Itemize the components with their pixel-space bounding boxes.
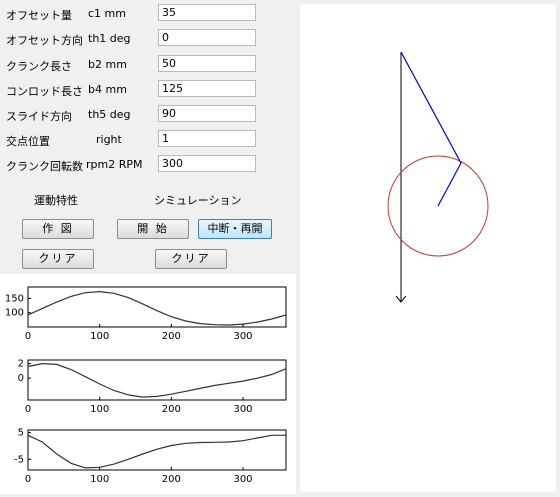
param-label: オフセット方向 (6, 34, 83, 47)
x-tick-label: 300 (233, 474, 252, 485)
slide-direction-input[interactable] (158, 105, 256, 122)
plots-svg: 0 100 200 3001501000 100 200 300200 100 200 3005-… (5, 286, 287, 485)
start-button[interactable]: 開 始 (117, 219, 189, 239)
param-unit: c1 mm (88, 7, 126, 20)
param-unit: b2 mm (88, 58, 127, 71)
param-unit: rpm2 RPM (86, 158, 143, 171)
x-tick-label: 100 (90, 474, 109, 485)
parameter-panel: オフセット量 c1 mm オフセット方向 th1 deg クランク長さ b2 m… (0, 0, 296, 494)
param-row-offset: オフセット量 c1 mm (0, 3, 296, 25)
param-label: クランク長さ (6, 60, 72, 73)
mechanism-svg (387, 51, 489, 303)
param-label: コンロッド長さ (6, 85, 83, 98)
pause-resume-button[interactable]: 中断・再開 (198, 219, 272, 239)
y-tick-label: 150 (5, 293, 24, 304)
plot-frame (27, 429, 287, 471)
x-tick-label: 300 (233, 404, 252, 415)
param-row-conrod-length: コンロッド長さ b4 mm (0, 79, 296, 101)
y-tick-label: 2 (18, 359, 24, 370)
param-row-intersection: 交点位置 right (0, 129, 296, 151)
clear-plot-button[interactable]: クリア (22, 249, 94, 269)
kinematics-plots: 0 100 200 300 150 100 0 100 200 300 2 0 0 100 200 300 5-… (0, 274, 296, 494)
param-unit: th5 deg (88, 108, 131, 121)
param-row-crank-length: クランク長さ b2 mm (0, 54, 296, 76)
offset-direction-input[interactable] (158, 29, 256, 46)
clear-simulation-button[interactable]: クリア (155, 249, 227, 269)
plot-button[interactable]: 作 図 (22, 219, 94, 239)
conrod-length-input[interactable] (158, 80, 256, 97)
x-tick-label: 200 (162, 474, 181, 485)
x-tick-label: 0 (25, 474, 31, 485)
crank-line (437, 162, 462, 207)
y-tick-label: -5 (14, 454, 24, 465)
param-unit: right (96, 133, 122, 146)
param-unit: th1 deg (88, 32, 131, 45)
param-label: クランク回転数 (6, 160, 83, 173)
x-tick-label: 0 (25, 331, 31, 342)
y-tick-label: 0 (18, 373, 24, 384)
param-label: スライド方向 (6, 110, 72, 123)
y-tick-label: 100 (5, 308, 24, 319)
crank-rpm-input[interactable] (158, 155, 256, 172)
kinematics-heading: 運動特性 (34, 194, 78, 207)
x-tick-label: 100 (90, 404, 109, 415)
connecting-rod-line (400, 51, 462, 164)
crank-length-input[interactable] (158, 55, 256, 72)
plot-frame (27, 286, 287, 328)
param-label: オフセット量 (6, 9, 72, 22)
x-tick-label: 200 (162, 331, 181, 342)
param-row-slide-direction: スライド方向 th5 deg (0, 104, 296, 126)
param-row-offset-direction: オフセット方向 th1 deg (0, 28, 296, 50)
simulation-heading: シミュレーション (154, 194, 242, 207)
x-tick-label: 200 (162, 404, 181, 415)
x-tick-label: 100 (90, 331, 109, 342)
simulation-canvas (300, 4, 556, 492)
offset-input[interactable] (158, 4, 256, 21)
param-row-crank-rpm: クランク回転数 rpm2 RPM (0, 154, 296, 176)
param-label: 交点位置 (6, 135, 50, 148)
x-tick-label: 0 (25, 404, 31, 415)
intersection-input[interactable] (158, 130, 256, 147)
x-tick-label: 300 (233, 331, 252, 342)
y-tick-label: 5 (18, 428, 24, 439)
param-unit: b4 mm (88, 83, 127, 96)
